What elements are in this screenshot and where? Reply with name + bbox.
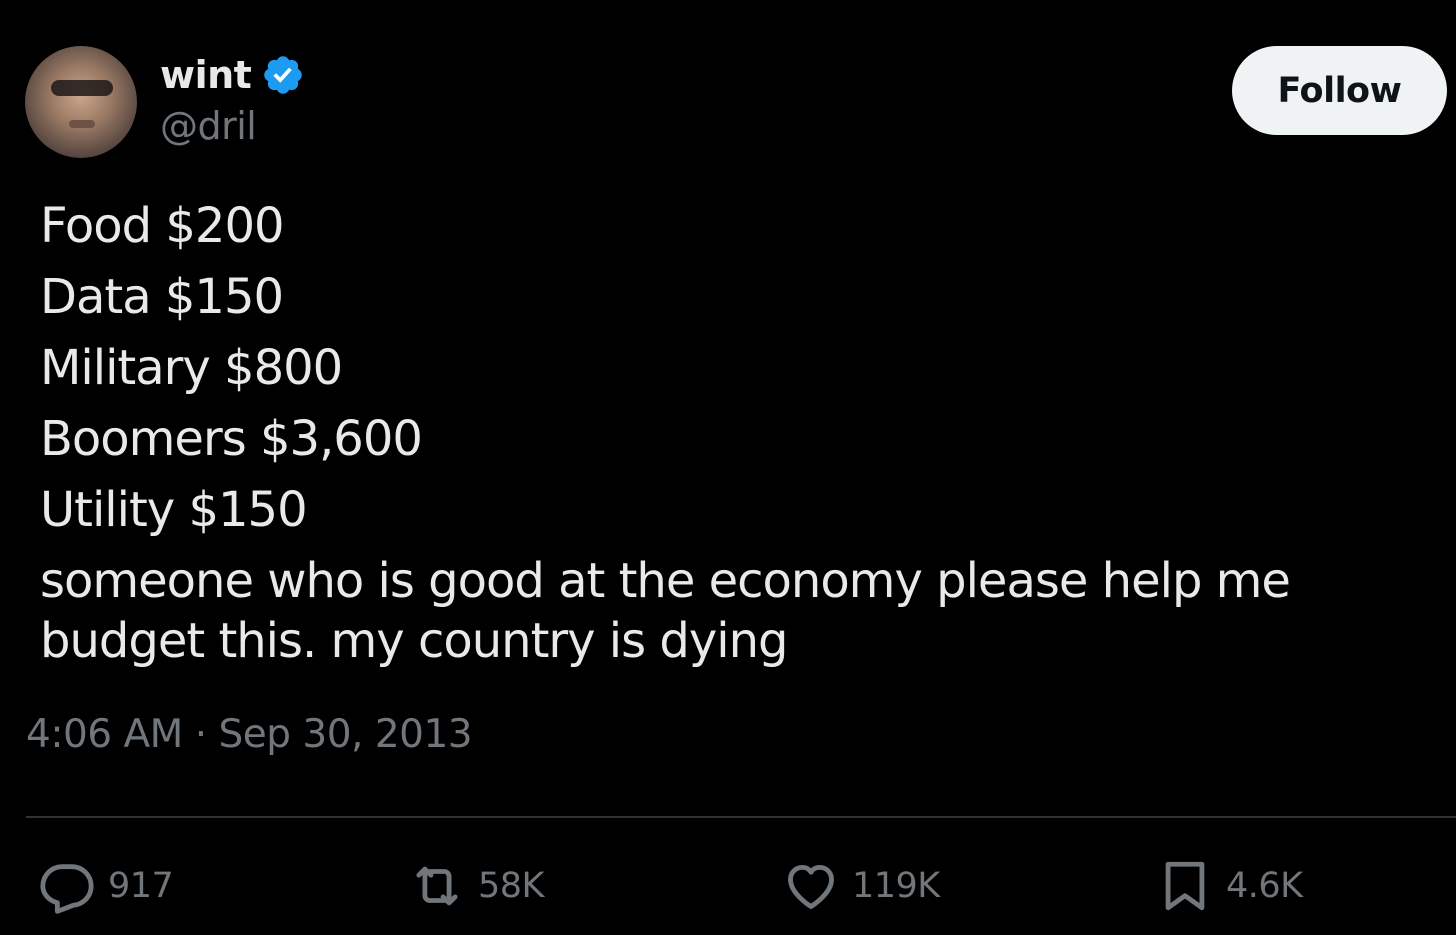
avatar-mouth [69, 120, 95, 128]
tweet-line: budget this. my country is dying [40, 613, 788, 669]
repost-button[interactable]: 58K [408, 856, 545, 916]
tweet-line: Food $200 [40, 198, 285, 254]
like-button[interactable]: 119K [782, 856, 940, 916]
tweet-timestamp[interactable]: 4:06 AM · Sep 30, 2013 [26, 712, 473, 757]
tweet-line: Utility $150 [40, 482, 308, 538]
like-count: 119K [852, 866, 940, 906]
repost-icon [416, 866, 458, 906]
repost-count: 58K [478, 866, 545, 906]
tweet-line: Military $800 [40, 340, 343, 396]
reply-icon [40, 864, 94, 914]
tweet-text: Food $200 Data $150 Military $800 Boomer… [40, 196, 1380, 671]
reply-button[interactable]: 917 [38, 856, 174, 916]
author-handle[interactable]: @dril [160, 104, 257, 148]
verified-badge-icon [264, 56, 303, 94]
tweet-line: someone who is good at the economy pleas… [40, 553, 1291, 609]
reply-count: 917 [108, 866, 174, 906]
tweet-line: Data $150 [40, 269, 284, 325]
avatar[interactable] [25, 46, 137, 158]
author-display-name[interactable]: wint [160, 53, 252, 97]
follow-button[interactable]: Follow [1232, 46, 1447, 135]
divider [26, 816, 1456, 818]
bookmark-count: 4.6K [1226, 866, 1303, 906]
heart-icon [788, 864, 834, 909]
author-name-row: wint [160, 50, 305, 100]
tweet-card: wint @dril Follow Food $200 Data $150 Mi… [0, 0, 1456, 935]
avatar-sunglasses [51, 80, 113, 96]
tweet-line: Boomers $3,600 [40, 411, 423, 467]
bookmark-icon [1165, 861, 1205, 911]
bookmark-button[interactable]: 4.6K [1156, 856, 1303, 916]
